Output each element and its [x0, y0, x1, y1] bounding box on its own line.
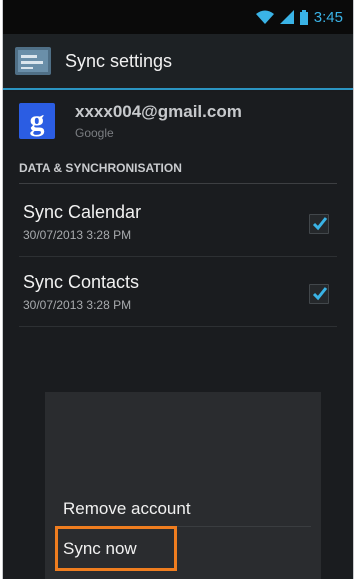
status-bar: 3:45 [3, 0, 353, 34]
phone-screen: 3:45 Sync settings g xxxx004@gmail.com G… [2, 0, 354, 579]
action-bar: Sync settings [3, 34, 353, 90]
sync-calendar-row[interactable]: Sync Calendar 30/07/2013 3:28 PM [3, 188, 353, 256]
signal-icon [279, 10, 294, 24]
section-header: DATA & SYNCHRONISATION [19, 152, 337, 184]
options-menu: Remove account Sync now [45, 392, 321, 579]
sync-calendar-checkbox[interactable] [309, 214, 329, 234]
sync-contacts-title: Sync Contacts [23, 272, 140, 292]
status-icons [255, 9, 308, 25]
divider [19, 326, 337, 327]
sync-settings-icon[interactable] [15, 47, 51, 75]
battery-icon [299, 9, 308, 25]
divider [19, 256, 337, 257]
sync-calendar-title: Sync Calendar [23, 202, 142, 222]
sync-now-highlight [55, 526, 177, 571]
sync-contacts-checkbox[interactable] [309, 284, 329, 304]
account-text: xxxx004@gmail.com Google [75, 102, 242, 140]
account-type: Google [75, 126, 114, 140]
account-row[interactable]: g xxxx004@gmail.com Google [19, 92, 242, 150]
google-logo: g [19, 103, 55, 139]
account-email: xxxx004@gmail.com [75, 102, 242, 121]
sync-contacts-row[interactable]: Sync Contacts 30/07/2013 3:28 PM [3, 258, 353, 326]
sync-calendar-date: 30/07/2013 3:28 PM [23, 228, 132, 242]
page-title: Sync settings [65, 50, 173, 71]
status-time: 3:45 [313, 8, 343, 26]
wifi-icon [255, 10, 274, 24]
sync-contacts-date: 30/07/2013 3:28 PM [23, 298, 132, 312]
